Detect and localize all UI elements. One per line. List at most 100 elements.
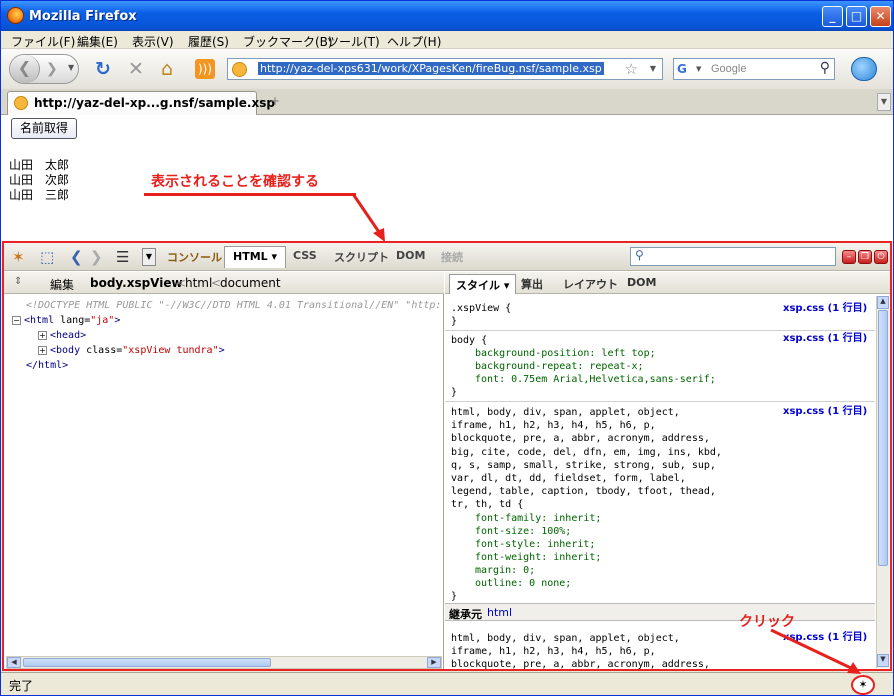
css-rule-selector: html, body, div, span, applet, object, i… <box>451 407 722 511</box>
tab-layout[interactable]: レイアウト <box>563 276 618 292</box>
expand-icon[interactable]: + <box>38 330 47 340</box>
breadcrumb-body[interactable]: body.xspView <box>90 276 183 290</box>
scroll-thumb[interactable] <box>878 310 888 566</box>
scroll-left-icon[interactable]: ◀ <box>7 657 21 668</box>
extension-button[interactable] <box>851 57 877 81</box>
breadcrumb-document[interactable]: document <box>220 276 281 290</box>
css-property[interactable]: font-size: 100%; <box>475 525 571 538</box>
annotation-confirm-display: 表示されることを確認する <box>151 174 319 190</box>
page-content: 名前取得 山田 太郎 山田 次郎 山田 三郎 表示されることを確認する <box>1 115 893 242</box>
url-dropdown-icon[interactable]: ▼ <box>650 64 656 73</box>
menu-file[interactable]: ファイル(F) <box>11 33 75 50</box>
css-source-link[interactable]: xsp.css (1 行目) <box>783 299 867 314</box>
css-property[interactable]: background-repeat: repeat-x; <box>475 360 644 373</box>
fetch-names-button[interactable]: 名前取得 <box>11 118 78 139</box>
tab-console[interactable]: コンソール <box>167 249 222 265</box>
css-rule-close: } <box>451 591 458 602</box>
html-node[interactable]: − <html lang="ja"> <box>12 315 120 326</box>
list-icon[interactable]: ☰ <box>116 248 129 266</box>
tab-list-button[interactable]: ▼ <box>877 93 891 111</box>
reload-icon[interactable]: ↻ <box>95 59 111 79</box>
url-bar[interactable]: http://yaz-del-xps631/work/XPagesKen/fir… <box>227 58 663 80</box>
scroll-right-icon[interactable]: ▶ <box>427 657 441 668</box>
css-source-link[interactable]: xsp.css (1 行目) <box>783 402 867 417</box>
horizontal-scrollbar[interactable]: ◀ ▶ <box>6 656 442 669</box>
css-rule-selector: html, body, div, span, applet, object, i… <box>451 633 710 671</box>
minimize-firebug-button[interactable]: – <box>842 250 856 264</box>
breadcrumb-html[interactable]: html <box>185 276 212 290</box>
collapse-icon[interactable]: − <box>12 315 21 325</box>
css-property[interactable]: font-weight: inherit; <box>475 551 601 564</box>
bookmark-star-icon[interactable]: ☆ <box>625 60 638 78</box>
window-title: Mozilla Firefox <box>29 9 137 24</box>
home-icon[interactable]: ⌂ <box>161 59 173 79</box>
tab-script[interactable]: スクリプト <box>334 249 389 265</box>
html-pane: ⇕ 編集 body.xspView < html < document <!DO… <box>4 272 444 669</box>
tab-sample[interactable]: http://yaz-del-xp...g.nsf/sample.xsp <box>7 91 275 115</box>
back-forward-group: ❮ ❯ ▼ <box>9 54 79 84</box>
tab-css[interactable]: CSS <box>293 249 317 262</box>
nav-back-icon[interactable]: ❮ <box>70 248 83 266</box>
expand-icon[interactable]: ⇕ <box>14 276 22 287</box>
rss-feed-icon[interactable]: ))) <box>195 59 215 79</box>
back-button[interactable]: ❮ <box>10 55 40 83</box>
scroll-down-icon[interactable]: ▼ <box>877 654 889 667</box>
inherited-label: 継承元 <box>449 608 482 621</box>
history-dropdown-icon[interactable]: ▼ <box>68 63 74 72</box>
new-tab-button[interactable]: + <box>263 94 287 112</box>
css-property[interactable]: font-family: inherit; <box>475 512 601 525</box>
tab-style[interactable]: スタイル ▾ <box>449 274 517 294</box>
head-node[interactable]: + <head> <box>38 330 86 341</box>
nav-forward-icon[interactable]: ❯ <box>90 248 103 266</box>
inherited-from-link[interactable]: html <box>487 606 512 619</box>
name-item: 山田 三郎 <box>9 188 70 202</box>
expand-icon[interactable]: + <box>38 345 47 355</box>
tab-style-dom[interactable]: DOM <box>627 276 656 289</box>
google-engine-icon[interactable]: G <box>677 62 693 76</box>
menu-help[interactable]: ヘルプ(H) <box>387 33 441 50</box>
search-bar[interactable]: G ▼ Google ⚲ <box>673 58 835 80</box>
scroll-up-icon[interactable]: ▲ <box>877 296 889 309</box>
menu-bookmarks[interactable]: ブックマーク(B) <box>243 33 333 50</box>
browser-window: Mozilla Firefox _ □ ✕ ファイル(F) 編集(E) 表示(V… <box>0 0 894 696</box>
annotation-underline <box>144 193 356 196</box>
vertical-scrollbar[interactable]: ▲ ▼ <box>876 296 889 668</box>
firebug-search-input[interactable]: ⚲ <box>630 247 836 266</box>
stop-icon[interactable]: ✕ <box>128 59 144 79</box>
close-firebug-button[interactable]: ⏻ <box>874 250 888 264</box>
body-node[interactable]: + <body class="xspView tundra"> <box>38 345 225 356</box>
css-property[interactable]: margin: 0; <box>475 564 535 577</box>
css-property[interactable]: font-style: inherit; <box>475 538 595 551</box>
scroll-thumb[interactable] <box>23 658 271 667</box>
tab-html[interactable]: HTML ▾ <box>224 246 287 268</box>
menu-edit[interactable]: 編集(E) <box>77 33 118 50</box>
menu-view[interactable]: 表示(V) <box>132 33 174 50</box>
tab-dom[interactable]: DOM <box>396 249 425 262</box>
css-source-link[interactable]: xsp.css (1 行目) <box>783 329 867 344</box>
tab-net[interactable]: 接続 <box>441 249 463 265</box>
css-property[interactable]: font: 0.75em Arial,Helvetica,sans-serif; <box>475 373 716 386</box>
edit-button[interactable]: 編集 <box>50 276 74 293</box>
search-input[interactable]: Google <box>711 63 746 75</box>
panel-dropdown-icon[interactable]: ▼ <box>142 248 156 266</box>
css-property[interactable]: outline: 0 none; <box>475 577 571 590</box>
css-property[interactable]: background-position: left top; <box>475 347 656 360</box>
detach-firebug-button[interactable]: ❐ <box>858 250 872 264</box>
url-input[interactable]: http://yaz-del-xps631/work/XPagesKen/fir… <box>258 62 604 75</box>
engine-dropdown-icon[interactable]: ▼ <box>696 65 701 73</box>
inspect-element-icon[interactable]: ⬚ <box>40 248 54 266</box>
title-bar: Mozilla Firefox _ □ ✕ <box>1 1 893 31</box>
firebug-menu-icon[interactable]: ✶ <box>12 248 25 266</box>
tab-computed[interactable]: 算出 <box>521 276 543 292</box>
minimize-button[interactable]: _ <box>822 6 843 27</box>
maximize-button[interactable]: □ <box>846 6 867 27</box>
search-icon[interactable]: ⚲ <box>820 60 830 76</box>
menu-tools[interactable]: ツール(T) <box>327 33 380 50</box>
css-rule-selector: .xspView { <box>451 303 512 314</box>
search-icon: ⚲ <box>635 248 644 262</box>
menu-history[interactable]: 履歴(S) <box>188 33 229 50</box>
close-button[interactable]: ✕ <box>870 6 891 27</box>
site-identity-icon[interactable] <box>232 62 247 77</box>
forward-button[interactable]: ❯ <box>46 61 58 77</box>
css-rule-close: } <box>451 387 458 398</box>
